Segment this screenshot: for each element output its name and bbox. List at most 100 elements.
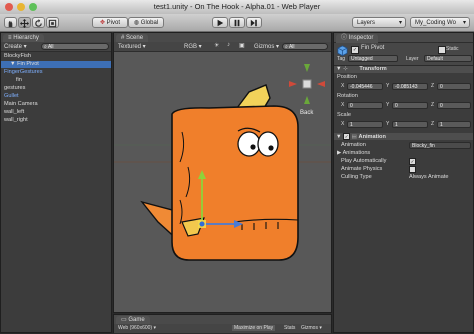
static-checkbox[interactable] <box>438 46 446 54</box>
pause-button[interactable] <box>229 17 245 28</box>
resolution-dropdown[interactable]: Web (960x600) ▾ <box>118 325 156 331</box>
scene-icon: # <box>121 35 125 41</box>
layout-dropdown[interactable]: My_Coding Wo ▾ <box>410 17 470 28</box>
scene-search-placeholder: All <box>288 44 295 50</box>
inspector-tab-label: Inspector <box>348 35 374 41</box>
gizmo-x-neg-cone-icon[interactable] <box>317 81 325 87</box>
hierarchy-item[interactable]: Main Camera <box>1 101 111 108</box>
hierarchy-item[interactable]: Gullet <box>1 93 111 100</box>
scale-z-field[interactable]: 1 <box>437 121 471 128</box>
hierarchy-item[interactable]: BlockyFish <box>1 53 111 60</box>
animation-enabled-checkbox[interactable]: ✓ <box>343 133 351 140</box>
globe-icon: ◍ <box>133 20 140 26</box>
rotate-icon <box>35 19 42 27</box>
play-button[interactable] <box>212 17 228 28</box>
scene-viewport[interactable]: Back <box>114 52 331 312</box>
move-arrows-icon <box>20 19 29 28</box>
create-label: Create <box>4 44 23 50</box>
transform-header-label: Transform <box>359 66 387 72</box>
hierarchy-item[interactable]: ▼ Fin Pivot <box>1 61 111 68</box>
game-icon: ▭ <box>121 317 127 323</box>
gizmos-dropdown[interactable]: Gizmos ▾ <box>254 43 279 50</box>
animation-header[interactable]: ▼ ✓ ▤ Animation <box>334 133 473 140</box>
hierarchy-toolbar: Create ▾ ⌕ All <box>1 42 111 52</box>
position-row: X -0.045446 Y -0.085143 Z 0 <box>334 83 473 90</box>
transform-header[interactable]: ▼ ⊹ Transform <box>334 66 473 73</box>
rotation-z-field[interactable]: 0 <box>437 102 471 109</box>
animations-list-row[interactable]: ▶ Animations <box>334 150 473 157</box>
hierarchy-item-label: FingerGestures <box>4 69 43 75</box>
fish-pupil-right <box>268 145 274 151</box>
game-object-cube-icon <box>337 45 348 56</box>
scene-audio-toggle[interactable]: ♪ <box>227 42 230 48</box>
play-automatically-checkbox[interactable]: ✓ <box>409 158 416 165</box>
scene-search-input[interactable]: ⌕ All <box>282 43 328 50</box>
hierarchy-item[interactable]: fin <box>1 77 111 84</box>
hierarchy-tab-label: Hierarchy <box>13 35 39 41</box>
fish-eye-right <box>257 131 279 157</box>
scale-y-field[interactable]: 1 <box>392 121 428 128</box>
triangle-down-icon: ▼ <box>336 66 342 72</box>
step-button[interactable] <box>246 17 262 28</box>
gizmo-y-neg-cone-icon[interactable] <box>304 96 310 104</box>
rotation-label: Rotation <box>337 93 358 99</box>
animation-clip-field[interactable]: Blocky_fin <box>409 142 471 149</box>
hierarchy-item[interactable]: wall_right <box>1 117 111 124</box>
stats-toggle[interactable]: Stats <box>284 325 295 331</box>
rotation-x-field[interactable]: 0 <box>347 102 383 109</box>
hand-tool-button[interactable] <box>4 17 17 28</box>
global-toggle[interactable]: ◍ Global <box>128 17 164 28</box>
layer-dropdown[interactable]: Default <box>424 55 472 62</box>
animate-physics-row: Animate Physics <box>334 166 473 173</box>
window-title-bar: test1.unity - On The Hook - Alpha.01 - W… <box>0 0 474 15</box>
maximize-on-play-toggle[interactable]: Maximize on Play <box>232 325 276 331</box>
pivot-toggle[interactable]: ✥ Pivot <box>92 17 128 28</box>
position-z-field[interactable]: 0 <box>437 83 471 90</box>
blocky-fish-sprite[interactable] <box>140 84 299 261</box>
layers-dropdown[interactable]: Layers ▾ <box>352 17 406 28</box>
position-x-field[interactable]: -0.045446 <box>347 83 383 90</box>
hierarchy-search-input[interactable]: ⌕ All <box>41 43 109 50</box>
search-icon: ⌕ <box>285 44 288 50</box>
hierarchy-item[interactable]: FingerGestures <box>1 69 111 76</box>
animation-clip-row: Animation Blocky_fin <box>334 142 473 149</box>
shading-mode-dropdown[interactable]: Textured ▾ <box>118 43 146 50</box>
gizmo-y-cone-icon[interactable] <box>304 64 310 72</box>
create-button[interactable]: Create ▾ <box>4 43 27 50</box>
culling-type-dropdown[interactable]: Always Animate <box>409 174 448 181</box>
move-tool-button[interactable] <box>18 17 31 28</box>
tab-inspector[interactable]: ⓘ Inspector <box>336 34 379 43</box>
scene-2d-toggle[interactable]: ☀ <box>214 42 219 49</box>
game-gizmos-dropdown[interactable]: Gizmos ▾ <box>301 325 322 331</box>
rotation-row: X 0 Y 0 Z 0 <box>334 102 473 109</box>
inspector-tab-bar: ⓘ Inspector <box>334 33 473 43</box>
game-tab-label: Game <box>128 317 145 323</box>
rotate-tool-button[interactable] <box>32 17 45 28</box>
scale-z-label: Z <box>431 121 435 127</box>
animate-physics-checkbox[interactable] <box>409 166 416 173</box>
scale-tool-button[interactable] <box>46 17 59 28</box>
animation-component-icon: ▤ <box>351 134 357 140</box>
scale-label: Scale <box>337 112 351 118</box>
hierarchy-item-label: Gullet <box>4 93 19 99</box>
rotation-y-field[interactable]: 0 <box>392 102 428 109</box>
animate-physics-label: Animate Physics <box>341 166 383 172</box>
scene-view-gizmo[interactable]: Back <box>289 64 325 116</box>
scale-x-field[interactable]: 1 <box>347 121 383 128</box>
hierarchy-search-placeholder: All <box>47 44 54 50</box>
gizmo-x-cone-icon[interactable] <box>289 81 297 87</box>
animations-list-label: Animations <box>342 150 371 156</box>
scene-fx-toggle[interactable]: ▣ <box>239 42 245 49</box>
hierarchy-item[interactable]: gestures <box>1 85 111 92</box>
tag-dropdown[interactable]: Untagged <box>348 55 398 62</box>
position-y-field[interactable]: -0.085143 <box>392 83 428 90</box>
speaker-icon: ♪ <box>227 42 230 48</box>
gizmo-view-label: Back <box>300 110 314 116</box>
render-mode-dropdown[interactable]: RGB ▾ <box>184 43 202 50</box>
object-header: ✓ Fin Pivot Static Tag Untagged Layer De… <box>334 43 473 66</box>
hierarchy-item-label: Main Camera <box>4 101 38 107</box>
hierarchy-item[interactable]: wall_left <box>1 109 111 116</box>
active-checkbox[interactable]: ✓ <box>351 46 359 54</box>
hierarchy-item-label: wall_left <box>4 109 25 115</box>
gizmo-center-cube-icon[interactable] <box>302 79 312 89</box>
